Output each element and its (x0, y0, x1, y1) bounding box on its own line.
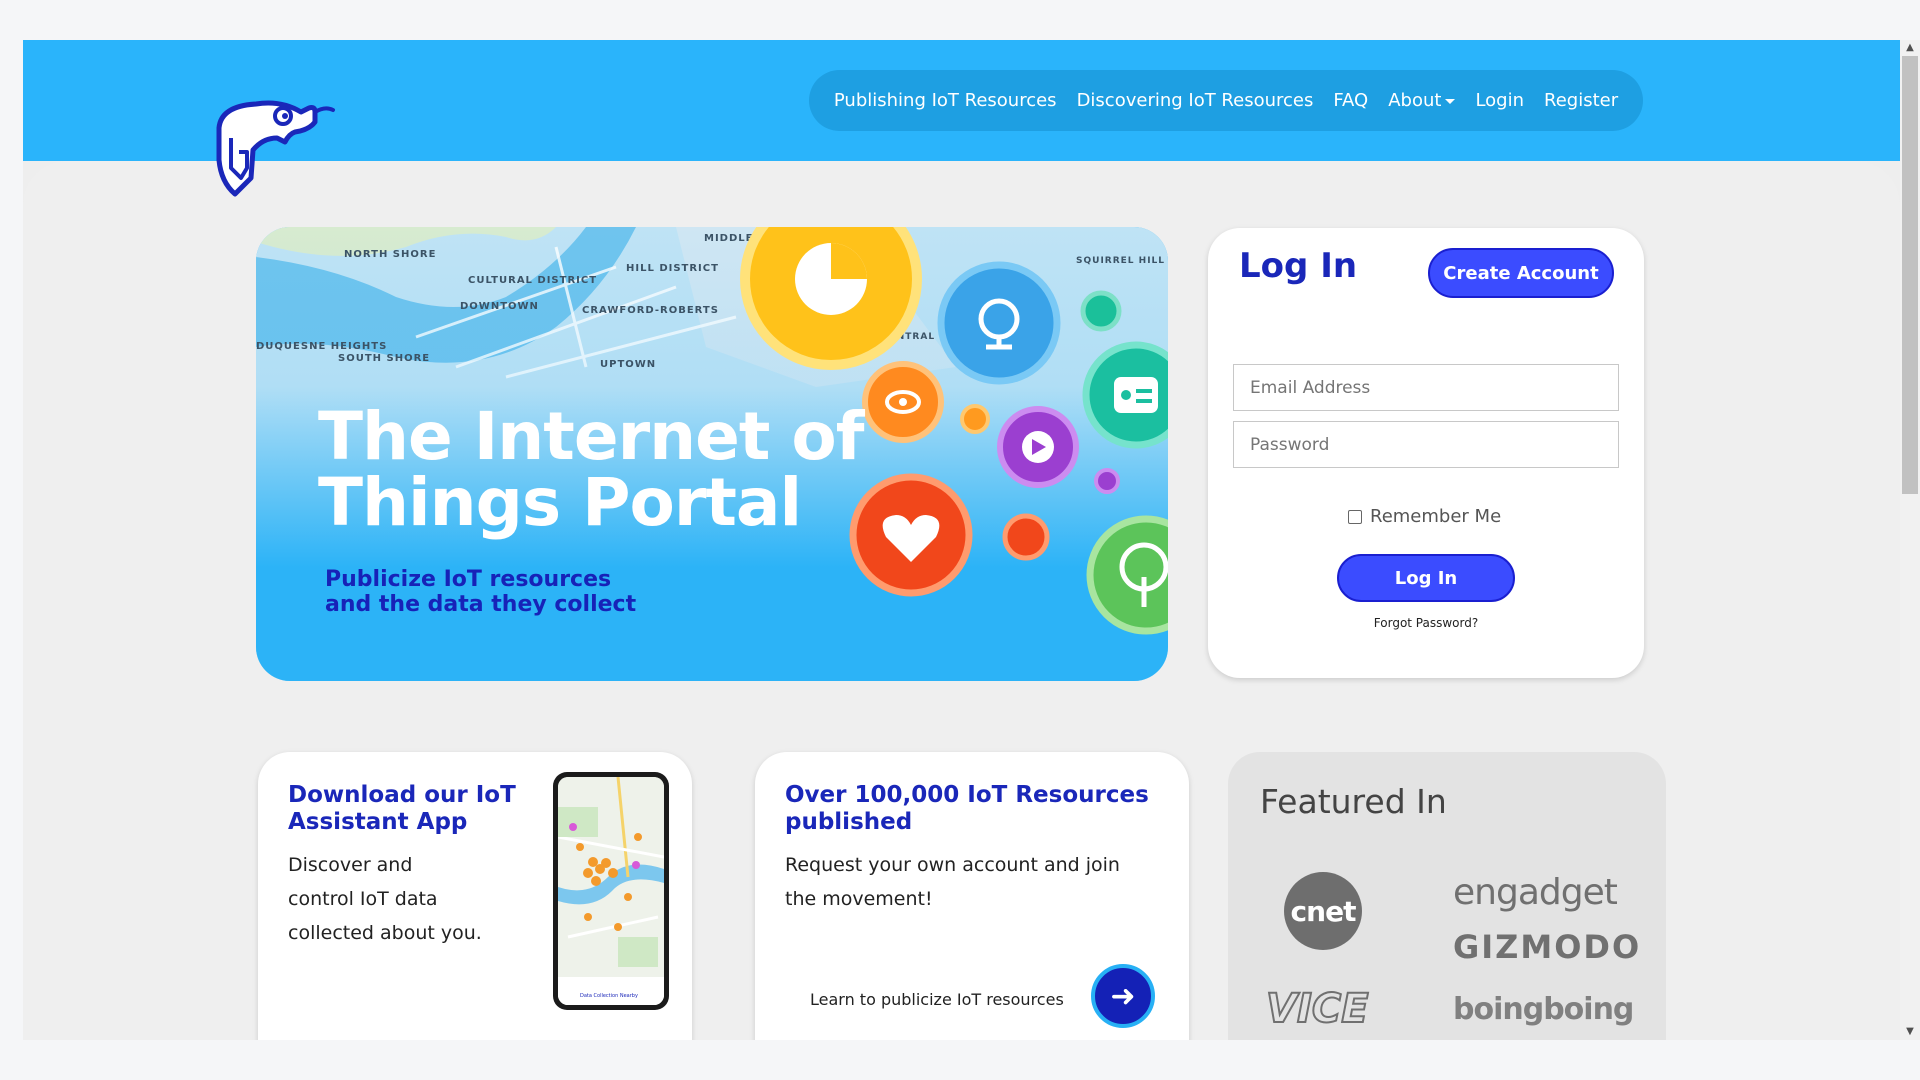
vice-logo[interactable]: VICE (1265, 985, 1370, 1033)
map-label-duquesne-heights: DUQUESNE HEIGHTS (256, 341, 387, 352)
cnet-logo[interactable]: cnet (1284, 872, 1362, 950)
globe-bubble-icon (937, 261, 1061, 385)
map-label-hill-district: HILL DISTRICT (626, 263, 719, 274)
app-card-body-line3: collected about you. (288, 922, 482, 944)
iot-chameleon-logo[interactable] (211, 98, 343, 202)
map-label-cultural-district: CULTURAL DISTRICT (468, 275, 597, 286)
map-label-middle: MIDDLE (704, 233, 753, 244)
create-account-button[interactable]: Create Account (1428, 248, 1614, 298)
tree-bubble-icon (1086, 515, 1168, 635)
pub-card-title: Over 100,000 IoT Resources published (785, 782, 1149, 836)
vertical-scrollbar[interactable]: ▲ ▼ (1900, 40, 1920, 1040)
phone-mockup: Data Collection Nearby (553, 772, 669, 1010)
app-card-title-line1: Download our IoT (288, 782, 516, 808)
hero-subtitle: Publicize IoT resources and the data the… (325, 567, 636, 617)
pub-card-title-line1: Over 100,000 IoT Resources (785, 782, 1149, 808)
scroll-down-icon[interactable]: ▼ (1900, 1024, 1920, 1040)
remember-me[interactable]: Remember Me (1348, 506, 1501, 527)
scrollbar-thumb[interactable] (1902, 56, 1918, 494)
hero-title-line1: The Internet of (318, 398, 864, 475)
phone-screen-map: Data Collection Nearby (558, 777, 664, 1005)
small-orange-dot-icon (960, 404, 990, 434)
pub-card-body-line1: Request your own account and join (785, 854, 1120, 876)
app-card-body-line1: Discover and (288, 854, 413, 876)
eye-bubble-icon (862, 361, 944, 443)
map-label-uptown: UPTOWN (600, 359, 656, 370)
nav-discovering[interactable]: Discovering IoT Resources (1077, 90, 1314, 111)
map-label-squirrel-hill: SQUIRREL HILL NORTH (1076, 256, 1168, 266)
small-purple-dot-icon (1094, 468, 1120, 494)
email-field[interactable] (1233, 364, 1619, 411)
scroll-up-icon[interactable]: ▲ (1900, 40, 1920, 56)
arrow-right-button[interactable]: ➜ (1091, 964, 1155, 1028)
map-label-north-shore: NORTH SHORE (344, 249, 436, 260)
chart-bubble-icon (740, 227, 922, 370)
small-red-dot-icon (1002, 513, 1050, 561)
hero-subtitle-line2: and the data they collect (325, 592, 637, 617)
nav-register[interactable]: Register (1544, 90, 1618, 111)
pub-card-title-line2: published (785, 809, 913, 835)
gizmodo-logo[interactable]: GIZMODO (1453, 928, 1641, 966)
pub-card-body-line2: the movement! (785, 888, 933, 910)
hero-subtitle-line1: Publicize IoT resources (325, 567, 612, 592)
cnet-logo-text: cnet (1290, 894, 1357, 928)
login-title: Log In (1239, 246, 1358, 286)
main-nav: Publishing IoT Resources Discovering IoT… (809, 70, 1643, 131)
pub-card-body: Request your own account and join the mo… (785, 848, 1120, 916)
nav-about[interactable]: About (1388, 90, 1456, 111)
publish-card[interactable]: Over 100,000 IoT Resources published Req… (755, 752, 1189, 1040)
boingboing-logo[interactable]: boingboing (1453, 992, 1634, 1027)
featured-in-card: Featured In cnet engadget GIZMODO VICE b… (1228, 752, 1666, 1040)
hero-title-line2: Things Portal (318, 464, 802, 541)
nav-login[interactable]: Login (1475, 90, 1524, 111)
login-submit-button[interactable]: Log In (1337, 554, 1515, 602)
map-label-south-shore: SOUTH SHORE (338, 353, 430, 364)
map-label-downtown: DOWNTOWN (460, 301, 539, 312)
app-card-body-line2: control IoT data (288, 888, 438, 910)
app-card-title: Download our IoT Assistant App (288, 782, 516, 836)
small-teal-dot-icon (1080, 290, 1122, 332)
learn-publicize-link[interactable]: Learn to publicize IoT resources (810, 990, 1064, 1009)
hero-title: The Internet of Things Portal (318, 398, 864, 541)
app-card-title-line2: Assistant App (288, 809, 468, 835)
chat-bubble-icon (997, 406, 1079, 488)
browser-viewport: Publishing IoT Resources Discovering IoT… (23, 40, 1920, 1040)
hero-banner: NORTH SHORE CULTURAL DISTRICT DOWNTOWN H… (256, 227, 1168, 681)
id-card-bubble-icon (1082, 341, 1168, 449)
phone-caption: Data Collection Nearby (580, 993, 638, 999)
map-label-crawford-roberts: CRAWFORD-ROBERTS (582, 305, 719, 316)
nav-about-label: About (1388, 90, 1442, 111)
remember-checkbox[interactable] (1348, 509, 1362, 524)
phone-map-illustration: Data Collection Nearby (558, 777, 664, 1005)
login-card: Log In Create Account Remember Me Log In… (1208, 228, 1644, 678)
app-download-card[interactable]: Download our IoT Assistant App Discover … (258, 752, 692, 1040)
password-field[interactable] (1233, 421, 1619, 468)
arrow-right-icon: ➜ (1110, 978, 1136, 1014)
caret-down-icon (1445, 98, 1456, 104)
engadget-logo[interactable]: engadget (1453, 872, 1618, 913)
app-card-body: Discover and control IoT data collected … (288, 848, 482, 950)
remember-label: Remember Me (1370, 506, 1502, 527)
featured-title: Featured In (1260, 782, 1447, 821)
heart-bubble-icon (849, 473, 973, 597)
forgot-password-link[interactable]: Forgot Password? (1208, 616, 1644, 630)
nav-publishing[interactable]: Publishing IoT Resources (834, 90, 1057, 111)
nav-faq[interactable]: FAQ (1333, 90, 1368, 111)
